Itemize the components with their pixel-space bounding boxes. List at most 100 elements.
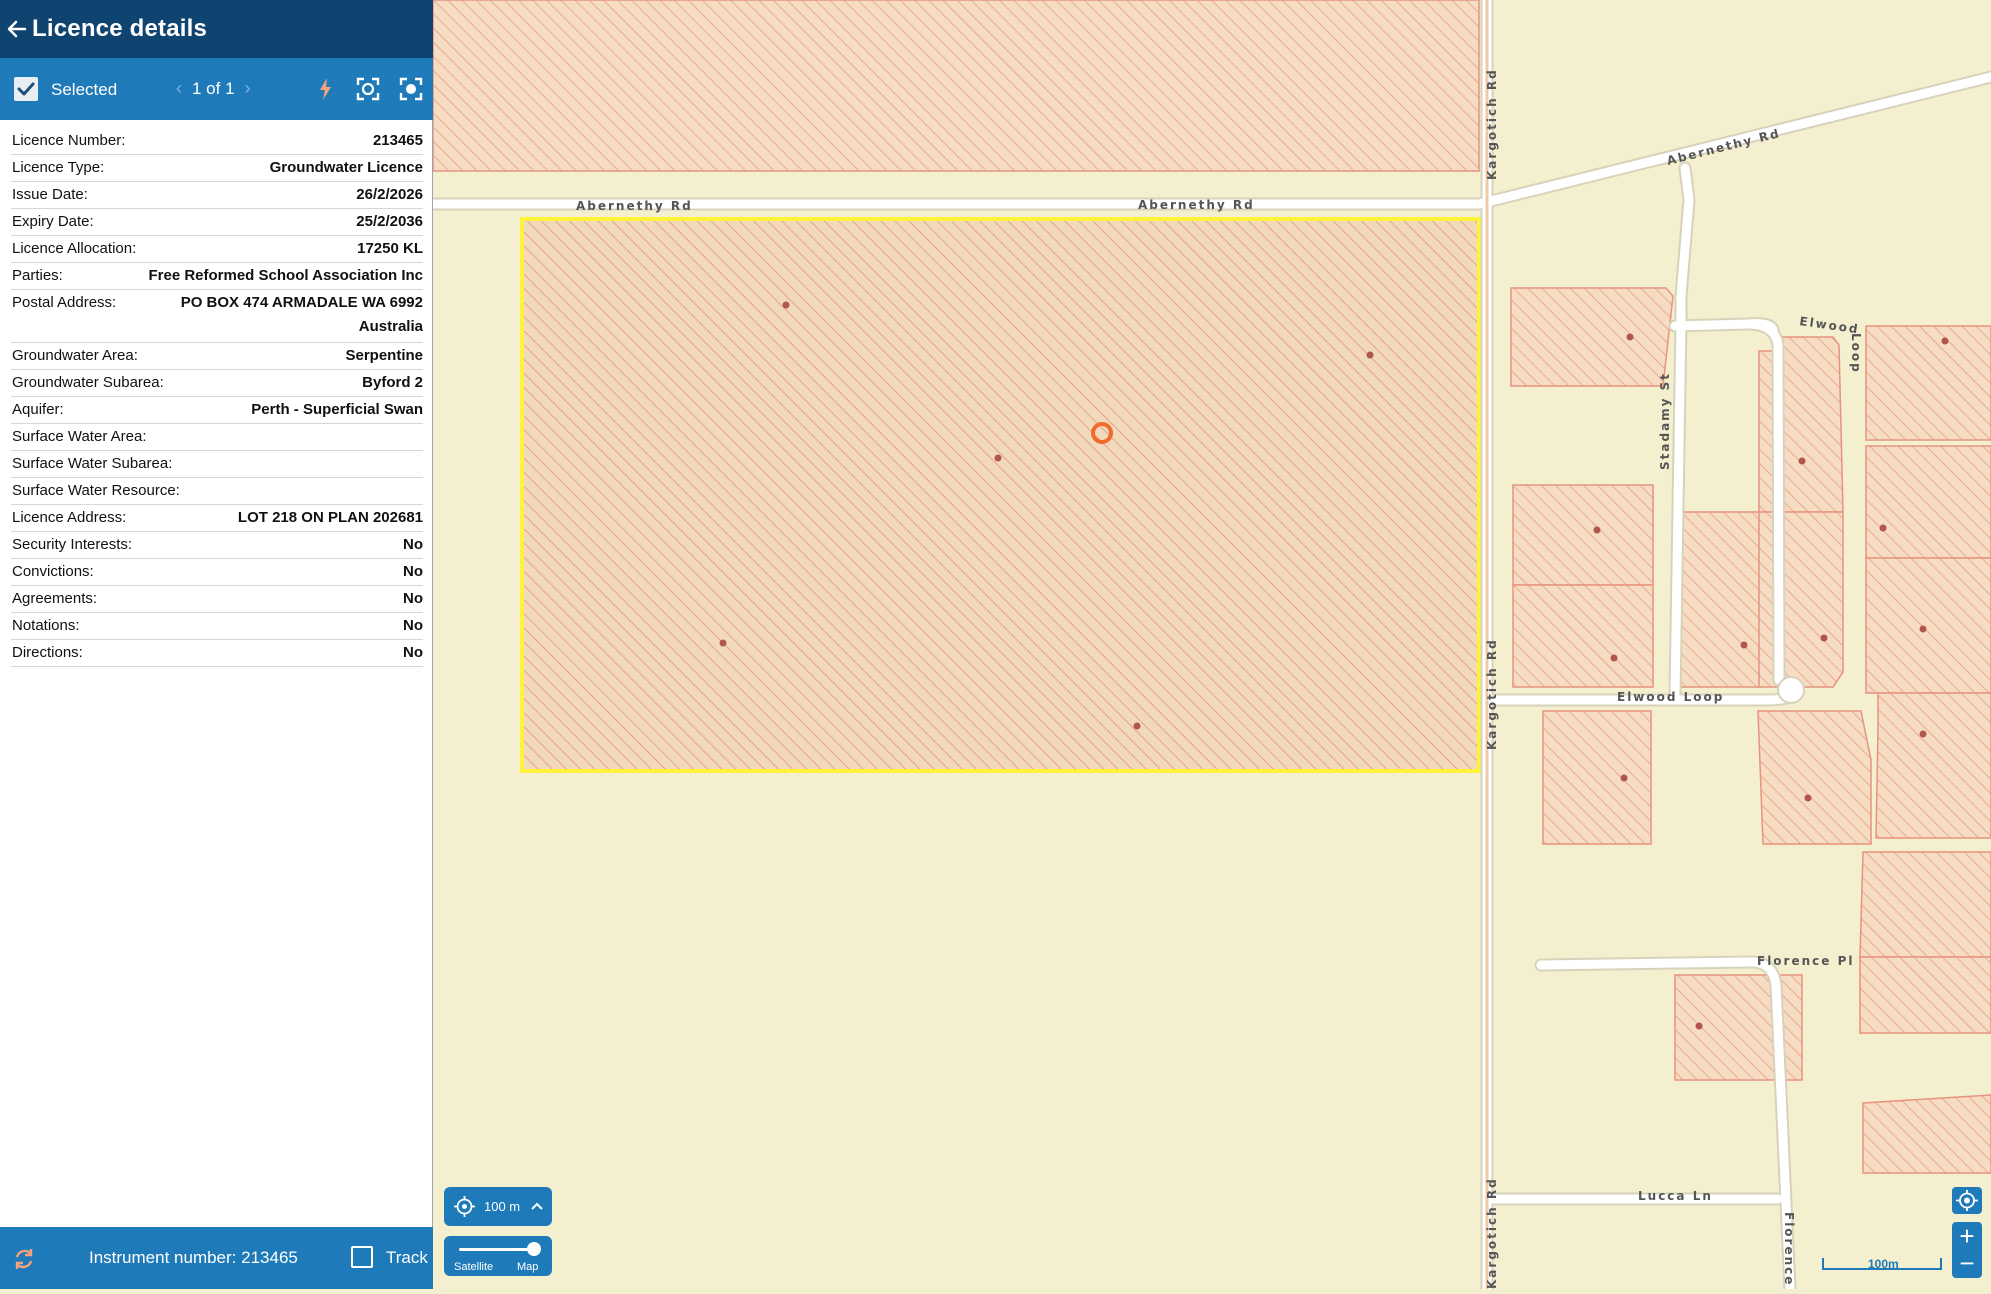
attr-notations: Notations: No [11,613,423,640]
scale-control[interactable]: 100 m [444,1187,552,1226]
road-label: Loop [1849,333,1863,374]
attr-expiry-date: Expiry Date: 25/2/2036 [11,209,423,236]
attr-directions: Directions: No [11,640,423,667]
parcel-dot [1620,774,1628,782]
parcel[interactable] [1758,511,1844,688]
refresh-icon[interactable] [11,1246,37,1272]
parcel-dot [1798,457,1806,465]
parcel-dot [1610,654,1618,662]
attr-surface-water-area: Surface Water Area: [11,424,423,451]
parcel-dot [1366,351,1374,359]
road-label: Kargotich Rd [1485,638,1499,750]
chevron-left-icon[interactable]: ‹ [176,78,182,99]
attr-groundwater-area: Groundwater Area: Serpentine [11,343,423,370]
attr-surface-water-resource: Surface Water Resource: [11,478,423,505]
attr-issue-date: Issue Date: 26/2/2026 [11,182,423,209]
selection-toolbar: Selected ‹ 1 of 1 › [0,58,433,120]
parcel-dot [1626,333,1634,341]
map-canvas[interactable]: Abernethy Rd Abernethy Rd Abernethy Rd K… [426,0,1991,1294]
parcel[interactable] [1859,851,1991,958]
map-view[interactable]: Abernethy Rd Abernethy Rd Abernethy Rd K… [426,0,1991,1294]
parcel-dot [719,639,727,647]
selected-label: Selected [51,80,118,99]
road-label: Abernethy Rd [576,199,693,213]
licence-attribute-list: Licence Number: 213465 Licence Type: Groun… [11,128,423,667]
attr-licence-number: Licence Number: 213465 [11,128,423,155]
attr-convictions: Convictions: No [11,559,423,586]
attr-security-interests: Security Interests: No [11,532,423,559]
parcel[interactable] [1678,511,1762,688]
basemap-slider-track[interactable] [459,1248,531,1251]
track-checkbox[interactable] [351,1246,373,1268]
instrument-number: Instrument number: 213465 [89,1248,298,1267]
locate-icon [454,1196,475,1217]
parcel[interactable] [1862,1094,1991,1174]
parcel[interactable] [432,0,1480,172]
parcel[interactable] [1859,956,1991,1034]
parcel-dot [1919,625,1927,633]
zoom-control: + − [1952,1222,1982,1278]
attr-parties: Parties: Free Reformed School Association… [11,263,423,290]
road-label: Lucca Ln [1638,1189,1713,1203]
attr-surface-water-subarea: Surface Water Subarea: [11,451,423,478]
parcel-dot [1820,634,1828,642]
road-label: Abernethy Rd [1138,198,1255,212]
check-icon [17,82,35,96]
parcel-dot [1879,524,1887,532]
selected-parcel[interactable] [520,217,1481,773]
basemap-toggle[interactable]: Satellite Map [444,1236,552,1276]
road-label: Florence Pl [1757,954,1855,968]
track-label: Track [386,1248,428,1267]
selected-checkbox[interactable] [14,77,38,101]
basemap-map-label: Map [517,1261,539,1273]
chevron-right-icon[interactable]: › [245,78,251,99]
road-label: Kargotich Rd [1485,68,1499,180]
back-arrow-icon[interactable] [6,18,28,40]
parcel[interactable] [1512,484,1654,586]
result-pager: ‹ 1 of 1 › [176,78,251,99]
parcel-dot [1593,526,1601,534]
panel-footer: Instrument number: 213465 Track [0,1227,433,1289]
parcel-dot [782,301,790,309]
zoom-out-button[interactable]: − [1952,1250,1982,1278]
panel-title: Licence details [32,15,208,42]
parcel[interactable] [1512,584,1654,688]
chevron-up-icon[interactable] [530,1199,544,1213]
parcel[interactable] [1510,287,1674,387]
road-label: Stadamy St [1658,372,1672,470]
attr-groundwater-subarea: Groundwater Subarea: Byford 2 [11,370,423,397]
parcel[interactable] [1865,445,1991,559]
parcel[interactable] [1542,710,1652,845]
scale-text: 100 m [484,1199,521,1214]
parcel[interactable] [1865,557,1991,694]
my-location-button[interactable] [1952,1187,1982,1214]
panel-header: Licence details [0,0,433,58]
road-label: Florence [1782,1212,1796,1286]
basemap-satellite-label: Satellite [454,1261,494,1273]
attr-aquifer: Aquifer: Perth - Superficial Swan [11,397,423,424]
parcel-dot [1804,794,1812,802]
scale-bar-label: 100m [1868,1257,1899,1271]
attr-licence-type: Licence Type: Groundwater Licence [11,155,423,182]
attr-postal-address: Postal Address: PO BOX 474 ARMADALE WA 69… [11,290,423,343]
parcel-dot [1133,722,1141,730]
parcel[interactable] [1757,710,1872,845]
parcel-dot [1695,1022,1703,1030]
parcel[interactable] [1865,325,1991,441]
zoom-in-button[interactable]: + [1952,1222,1982,1250]
basemap-slider-knob[interactable] [527,1242,541,1256]
parcel-dot [1919,730,1927,738]
crosshair-icon [1956,1190,1978,1211]
zoom-to-feature-icon[interactable] [354,75,382,103]
parcel-dot [994,454,1002,462]
zoom-to-selection-icon[interactable] [397,75,425,103]
attr-licence-address: Licence Address: LOT 218 ON PLAN 202681 [11,505,423,532]
flash-icon[interactable] [312,75,340,103]
attr-agreements: Agreements: No [11,586,423,613]
pager-text: 1 of 1 [192,78,235,98]
road-label: Kargotich Rd [1485,1177,1499,1289]
attr-licence-allocation: Licence Allocation: 17250 KL [11,236,423,263]
licence-details-panel: Licence details Selected ‹ 1 of 1 › Lice… [0,0,433,1289]
parcel[interactable] [1875,692,1991,839]
road-label: Elwood Loop [1617,690,1724,704]
